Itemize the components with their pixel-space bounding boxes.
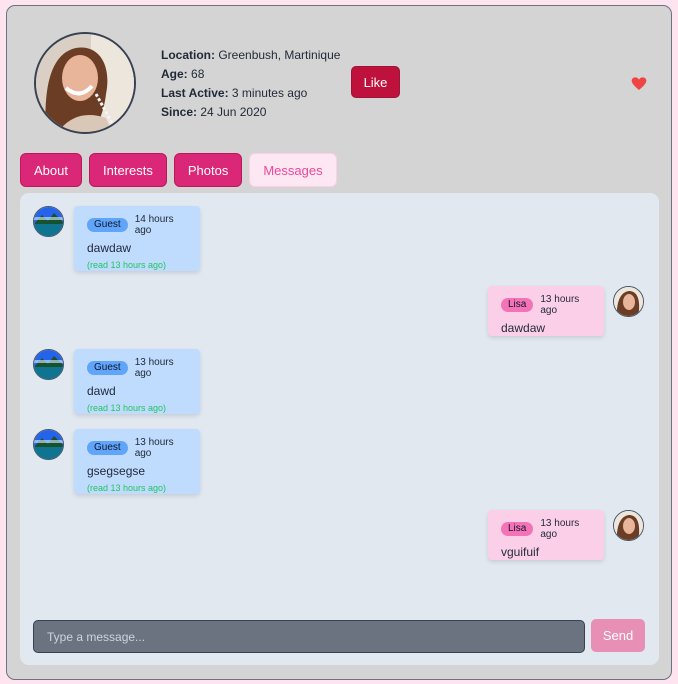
read-status: (read 13 hours ago) bbox=[87, 483, 167, 493]
since-label: Since: bbox=[161, 105, 198, 119]
read-status: (read 13 hours ago) bbox=[87, 403, 167, 413]
message-meta: Lisa 13 hours ago bbox=[501, 294, 591, 316]
location-label: Location: bbox=[161, 48, 215, 62]
message-time: 13 hours ago bbox=[540, 518, 580, 540]
message-text: dawdaw bbox=[87, 241, 132, 255]
location-row: Location: Greenbush, Martinique bbox=[161, 46, 340, 65]
message-bubble: Lisa 13 hours ago dawdaw bbox=[488, 286, 604, 336]
message-text: dawd bbox=[87, 384, 116, 398]
message-bubble: Guest 14 hours ago dawdaw (read 13 hours… bbox=[74, 206, 200, 271]
last-active-label: Last Active: bbox=[161, 86, 229, 100]
message-time: 13 hours ago bbox=[134, 437, 174, 459]
author-badge: Guest bbox=[87, 361, 128, 375]
author-badge: Lisa bbox=[501, 298, 534, 312]
message-meta: Guest 13 hours ago bbox=[87, 357, 187, 379]
age-label: Age: bbox=[161, 67, 188, 81]
author-badge: Guest bbox=[87, 441, 128, 455]
message-text: vguifuif bbox=[501, 545, 540, 559]
tab-photos[interactable]: Photos bbox=[173, 153, 243, 187]
author-badge: Guest bbox=[87, 218, 128, 232]
location-value: Greenbush, Martinique bbox=[218, 48, 341, 62]
profile-card: Location: Greenbush, Martinique Age: 68 … bbox=[6, 5, 672, 680]
tab-interests[interactable]: Interests bbox=[88, 153, 167, 187]
user-avatar bbox=[613, 286, 644, 317]
profile-avatar bbox=[34, 32, 136, 134]
message-input[interactable] bbox=[33, 620, 585, 653]
message-meta: Lisa 13 hours ago bbox=[501, 518, 591, 540]
guest-avatar bbox=[33, 206, 64, 237]
author-badge: Lisa bbox=[501, 522, 534, 536]
tab-about[interactable]: About bbox=[20, 153, 82, 187]
send-button[interactable]: Send bbox=[591, 619, 645, 652]
last-active-value: 3 minutes ago bbox=[231, 86, 308, 100]
tab-messages[interactable]: Messages bbox=[249, 153, 337, 187]
message-bubble: Guest 13 hours ago gsegsegse (read 13 ho… bbox=[74, 429, 200, 494]
like-button[interactable]: Like bbox=[351, 66, 400, 98]
user-avatar bbox=[613, 510, 644, 541]
message-meta: Guest 14 hours ago bbox=[87, 214, 187, 236]
profile-tabs: About Interests Photos Messages bbox=[20, 153, 337, 187]
last-active-row: Last Active: 3 minutes ago bbox=[161, 84, 340, 103]
message-bubble: Guest 13 hours ago dawd (read 13 hours a… bbox=[74, 349, 200, 414]
message-time: 14 hours ago bbox=[134, 214, 174, 236]
age-row: Age: 68 bbox=[161, 65, 340, 84]
message-time: 13 hours ago bbox=[134, 357, 174, 379]
guest-avatar bbox=[33, 429, 64, 460]
message-text: gsegsegse bbox=[87, 464, 146, 478]
message-text: dawdaw bbox=[501, 321, 546, 335]
message-meta: Guest 13 hours ago bbox=[87, 437, 187, 459]
messages-panel: Guest 14 hours ago dawdaw (read 13 hours… bbox=[20, 193, 659, 665]
heart-icon[interactable] bbox=[631, 76, 647, 92]
message-time: 13 hours ago bbox=[540, 294, 580, 316]
since-row: Since: 24 Jun 2020 bbox=[161, 103, 340, 122]
message-bubble: Lisa 13 hours ago vguifuif bbox=[488, 510, 604, 560]
age-value: 68 bbox=[191, 67, 205, 81]
profile-info: Location: Greenbush, Martinique Age: 68 … bbox=[161, 46, 340, 122]
read-status: (read 13 hours ago) bbox=[87, 260, 167, 270]
since-value: 24 Jun 2020 bbox=[200, 105, 267, 119]
guest-avatar bbox=[33, 349, 64, 380]
